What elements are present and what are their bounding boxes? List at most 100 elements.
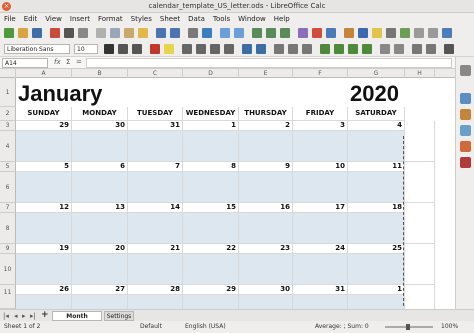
menu-data[interactable]: Data bbox=[184, 13, 209, 25]
center-vertically-icon[interactable] bbox=[288, 44, 298, 54]
day-number-cell[interactable]: 23 bbox=[239, 244, 293, 254]
menu-icon[interactable] bbox=[460, 65, 471, 76]
add-decimal-icon[interactable] bbox=[380, 44, 390, 54]
day-notes-cell[interactable] bbox=[183, 213, 239, 244]
menu-insert[interactable]: Insert bbox=[66, 13, 94, 25]
day-notes-cell[interactable] bbox=[348, 172, 405, 203]
day-notes-cell[interactable] bbox=[16, 213, 72, 244]
font-color-icon[interactable] bbox=[150, 44, 160, 54]
formula-icon[interactable]: = bbox=[76, 58, 82, 66]
sum-icon[interactable]: Σ bbox=[66, 58, 70, 66]
day-number-cell[interactable]: 4 bbox=[348, 121, 405, 131]
export-pdf-icon[interactable] bbox=[50, 28, 60, 38]
number-format-icon[interactable] bbox=[348, 44, 358, 54]
borders-icon[interactable] bbox=[444, 44, 454, 54]
day-number-cell[interactable]: 25 bbox=[348, 244, 405, 254]
day-notes-cell[interactable] bbox=[239, 172, 293, 203]
menu-format[interactable]: Format bbox=[94, 13, 127, 25]
day-notes-cell[interactable] bbox=[72, 172, 128, 203]
hyperlink-icon[interactable] bbox=[358, 28, 368, 38]
day-number-cell[interactable]: 22 bbox=[183, 244, 239, 254]
styles-icon[interactable] bbox=[460, 109, 471, 120]
select-all-corner[interactable] bbox=[0, 69, 16, 78]
date-format-icon[interactable] bbox=[362, 44, 372, 54]
bold-icon[interactable] bbox=[104, 44, 114, 54]
print-icon[interactable] bbox=[64, 28, 74, 38]
sort-icon[interactable] bbox=[252, 28, 262, 38]
zoom-level[interactable]: 100% bbox=[441, 321, 458, 333]
day-number-cell[interactable]: 12 bbox=[16, 203, 72, 213]
page-style[interactable]: Default bbox=[140, 321, 162, 333]
day-number-cell[interactable]: 19 bbox=[16, 244, 72, 254]
row-header-3[interactable]: 3 bbox=[0, 121, 16, 131]
column-header-b[interactable]: B bbox=[72, 69, 128, 78]
next-sheet-icon[interactable]: ▸ bbox=[22, 311, 28, 321]
print-preview-icon[interactable] bbox=[78, 28, 88, 38]
headers-footers-icon[interactable] bbox=[386, 28, 396, 38]
day-number-cell[interactable]: 27 bbox=[72, 285, 128, 295]
column-header-e[interactable]: E bbox=[239, 69, 293, 78]
currency-icon[interactable] bbox=[320, 44, 330, 54]
new-document-icon[interactable] bbox=[4, 28, 14, 38]
day-number-cell[interactable]: 5 bbox=[16, 162, 72, 172]
underline-icon[interactable] bbox=[132, 44, 142, 54]
column-header-f[interactable]: F bbox=[293, 69, 348, 78]
day-notes-cell[interactable] bbox=[16, 172, 72, 203]
day-number-cell[interactable]: 13 bbox=[72, 203, 128, 213]
day-number-cell[interactable]: 30 bbox=[239, 285, 293, 295]
column-h-cell[interactable] bbox=[405, 244, 435, 285]
day-notes-cell[interactable] bbox=[293, 131, 348, 162]
menu-edit[interactable]: Edit bbox=[20, 13, 42, 25]
day-notes-cell[interactable] bbox=[16, 131, 72, 162]
column-header-d[interactable]: D bbox=[183, 69, 239, 78]
menu-sheet[interactable]: Sheet bbox=[156, 13, 184, 25]
properties-icon[interactable] bbox=[460, 93, 471, 104]
row-header-11[interactable]: 11 bbox=[0, 285, 16, 309]
column-h-cell[interactable] bbox=[405, 121, 435, 162]
menu-help[interactable]: Help bbox=[270, 13, 294, 25]
day-number-cell[interactable]: 1 bbox=[183, 121, 239, 131]
zoom-slider-handle[interactable] bbox=[406, 324, 410, 330]
day-number-cell[interactable]: 17 bbox=[293, 203, 348, 213]
align-right-icon[interactable] bbox=[210, 44, 220, 54]
day-number-cell[interactable]: 2 bbox=[239, 121, 293, 131]
percent-icon[interactable] bbox=[334, 44, 344, 54]
row-header-9[interactable]: 9 bbox=[0, 244, 16, 254]
day-number-cell[interactable]: 31 bbox=[293, 285, 348, 295]
column-h-cell[interactable] bbox=[405, 203, 435, 244]
row-header-10[interactable]: 10 bbox=[0, 254, 16, 285]
menu-window[interactable]: Window bbox=[234, 13, 270, 25]
day-number-cell[interactable]: 30 bbox=[72, 121, 128, 131]
day-number-cell[interactable]: 9 bbox=[239, 162, 293, 172]
column-header-a[interactable]: A bbox=[16, 69, 72, 78]
sort-ascending-icon[interactable] bbox=[266, 28, 276, 38]
wrap-text-icon[interactable] bbox=[242, 44, 252, 54]
italic-icon[interactable] bbox=[118, 44, 128, 54]
align-bottom-icon[interactable] bbox=[302, 44, 312, 54]
day-notes-cell[interactable] bbox=[293, 213, 348, 244]
row-header-1[interactable]: 1 bbox=[0, 78, 16, 107]
paste-icon[interactable] bbox=[124, 28, 134, 38]
tab-month-calendar[interactable]: Month Calendar bbox=[52, 311, 102, 330]
font-size-box[interactable]: 10 bbox=[74, 44, 98, 54]
day-number-cell[interactable]: 28 bbox=[128, 285, 183, 295]
align-left-icon[interactable] bbox=[182, 44, 192, 54]
day-number-cell[interactable]: 15 bbox=[183, 203, 239, 213]
last-sheet-icon[interactable]: ▸| bbox=[30, 311, 38, 321]
day-notes-cell[interactable] bbox=[72, 131, 128, 162]
tab-settings[interactable]: Settings bbox=[104, 311, 134, 321]
font-name-box[interactable]: Liberation Sans bbox=[4, 44, 70, 54]
day-number-cell[interactable]: 18 bbox=[348, 203, 405, 213]
special-character-icon[interactable] bbox=[344, 28, 354, 38]
row-header-2[interactable]: 2 bbox=[0, 107, 16, 121]
comment-icon[interactable] bbox=[372, 28, 382, 38]
column-h-cell[interactable] bbox=[405, 162, 435, 203]
show-draw-functions-icon[interactable] bbox=[442, 28, 452, 38]
day-notes-cell[interactable] bbox=[239, 131, 293, 162]
redo-icon[interactable] bbox=[170, 28, 180, 38]
clone-format-icon[interactable] bbox=[138, 28, 148, 38]
day-number-cell[interactable]: 26 bbox=[16, 285, 72, 295]
row-icon[interactable] bbox=[220, 28, 230, 38]
day-notes-cell[interactable] bbox=[348, 131, 405, 162]
day-notes-cell[interactable] bbox=[128, 254, 183, 285]
